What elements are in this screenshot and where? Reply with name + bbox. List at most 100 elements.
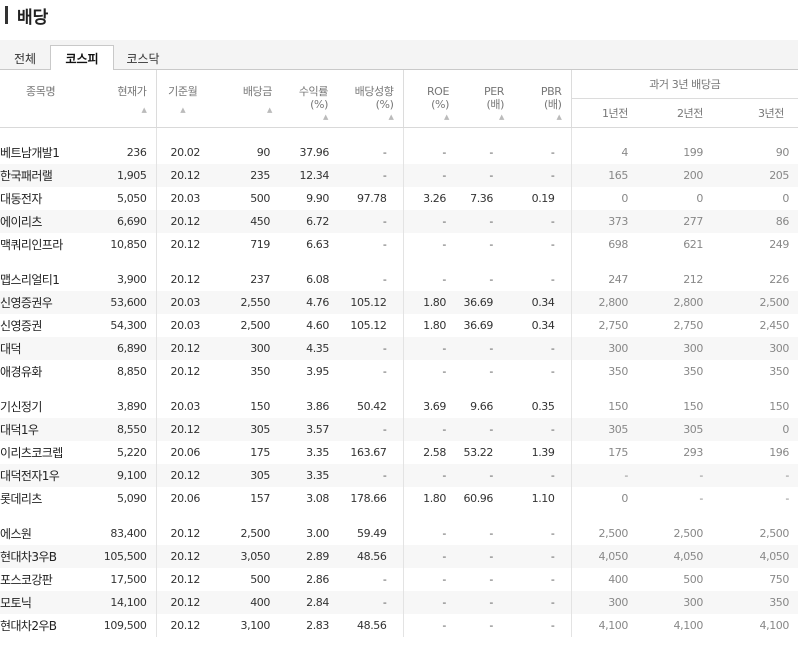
- spacer-cell: [402, 256, 458, 268]
- sort-icon[interactable]: ▲: [157, 106, 210, 114]
- base-month-cell: 20.12: [155, 614, 209, 637]
- col-yield-header[interactable]: 수익률 (%) ▲: [281, 70, 337, 128]
- table-row[interactable]: 베트남개발1 236 20.02 90 37.96 - - - - 4 199 90: [0, 141, 798, 164]
- sort-icon[interactable]: ▲: [458, 113, 504, 121]
- name-cell[interactable]: 현대차2우B: [0, 614, 85, 637]
- dividend-cell: 305: [209, 418, 281, 441]
- table-row[interactable]: 현대차3우B 105,500 20.12 3,050 2.89 48.56- - -4,050…: [0, 545, 798, 568]
- table-row[interactable]: 모토닉 14,100 20.12 400 2.84- - - -300 300 350: [0, 591, 798, 614]
- spacer-cell: [209, 127, 281, 141]
- past-1y-cell: 165: [570, 164, 642, 187]
- table-row[interactable]: 대동전자 5,050 20.03 500 9.90 97.78 3.26 7.36 0.19 0 0…: [0, 187, 798, 210]
- past-2y-cell: 621: [683, 238, 703, 251]
- table-header: 종목명 현재가 ▲ 기준월 ▲ 배당금 ▲ 수익률 (%) ▲ 배당성향 (%) ▲ ROE(…: [0, 70, 798, 128]
- per-cell: -: [458, 591, 513, 614]
- col-per-header[interactable]: PER (배) ▲: [458, 70, 513, 128]
- dividend-cell: 157: [250, 492, 270, 505]
- dividend-cell: 500: [250, 573, 270, 586]
- name-cell[interactable]: 에이리츠: [0, 210, 85, 233]
- table-row[interactable]: 에스원 83,400 20.12 2,500 3.00 59.49 - - - 2,500 2,50…: [0, 522, 798, 545]
- table-row[interactable]: 이리츠코크렙 5,220 20.06 175 3.35 163.67 2.58 53.22 1.…: [0, 441, 798, 464]
- col-pbr-header[interactable]: PBR (배) ▲: [513, 70, 571, 128]
- spacer-cell: [717, 383, 798, 395]
- name-cell[interactable]: 현대차3우B: [0, 545, 85, 568]
- col-name-header[interactable]: 종목명: [0, 70, 85, 128]
- name-cell[interactable]: 대덕전자1우: [0, 464, 85, 487]
- tab-kosdaq[interactable]: 코스닥: [114, 45, 172, 71]
- sort-icon[interactable]: ▲: [404, 113, 449, 121]
- name-cell[interactable]: 대덕: [0, 337, 85, 360]
- name-cell[interactable]: 기신정기: [0, 395, 85, 418]
- name-cell[interactable]: 신영증권우: [0, 291, 85, 314]
- name-cell[interactable]: 포스코강판: [0, 568, 85, 591]
- table-row[interactable]: 맵스리얼티1 3,900 20.12 237 6.08 - - - - 247 212 226: [0, 268, 798, 291]
- name-cell[interactable]: 신영증권: [0, 314, 85, 337]
- name-cell[interactable]: 맥쿼리인프라: [0, 233, 85, 256]
- pbr-cell: 1.39: [531, 446, 555, 459]
- table-row[interactable]: 신영증권우 53,600 20.03 2,550 4.76 105.12 1.80 36.69…: [0, 291, 798, 314]
- spacer-cell: [458, 256, 513, 268]
- col-past-1y-header[interactable]: 1년전: [570, 98, 642, 128]
- table-row[interactable]: 신영증권 54,300 20.03 2,500 4.60 105.12 1.80 36.69 0…: [0, 314, 798, 337]
- dividend-cell: 2,500: [240, 319, 271, 332]
- roe-cell: -: [402, 164, 458, 187]
- roe-cell: 1.80: [402, 291, 458, 314]
- spacer-cell: [642, 127, 717, 141]
- col-payout-header[interactable]: 배당성향 (%) ▲: [337, 70, 403, 128]
- col-roe-header[interactable]: ROE (%) ▲: [402, 70, 458, 128]
- table-row[interactable]: 대덕 6,890 20.12 300 4.35- - - -300 300 300: [0, 337, 798, 360]
- sort-icon[interactable]: ▲: [85, 106, 147, 114]
- spacer-cell: [209, 383, 281, 395]
- table-row[interactable]: 대덕1우 8,550 20.12 305 3.57- - - -305 305 0: [0, 418, 798, 441]
- col-past-3y-header[interactable]: 3년전: [717, 98, 798, 128]
- col-dividend-header[interactable]: 배당금 ▲: [209, 70, 281, 128]
- name-cell[interactable]: 대덕1우: [0, 418, 85, 441]
- name-cell[interactable]: 이리츠코크렙: [0, 441, 85, 464]
- sort-icon[interactable]: ▲: [209, 106, 272, 114]
- table-row[interactable]: 애경유화 8,850 20.12 350 3.95 - - - - 350 350 350: [0, 360, 798, 383]
- table-row[interactable]: 기신정기 3,890 20.03 150 3.86 50.42 3.69 9.66 0.35 15…: [0, 395, 798, 418]
- col-base-month-header[interactable]: 기준월 ▲: [155, 70, 210, 128]
- sort-icon[interactable]: ▲: [513, 113, 562, 121]
- pbr-cell: 0.34: [513, 291, 571, 314]
- name-cell[interactable]: 맵스리얼티1: [0, 268, 85, 291]
- table-row[interactable]: 롯데리츠 5,090 20.06 157 3.08 178.66 1.80 60.96 1.10…: [0, 487, 798, 510]
- table-row[interactable]: 포스코강판 17,500 20.12 500 2.86 - - - - 400 500 750: [0, 568, 798, 591]
- roe-cell: -: [402, 418, 458, 441]
- per-cell: -: [458, 164, 513, 187]
- name-cell[interactable]: 모토닉: [0, 591, 85, 614]
- price-cell: 109,500: [103, 619, 147, 632]
- name-cell[interactable]: 에스원: [0, 522, 85, 545]
- table-row[interactable]: 현대차2우B 109,500 20.12 3,100 2.83 48.56 - - - 4,100…: [0, 614, 798, 637]
- name-cell[interactable]: 베트남개발1: [0, 141, 85, 164]
- name-cell[interactable]: 롯데리츠: [0, 487, 85, 510]
- base-month-cell: 20.12: [155, 545, 209, 568]
- col-past-2y-header[interactable]: 2년전: [642, 98, 717, 128]
- per-cell: -: [489, 527, 493, 540]
- dividend-cell: 90: [256, 146, 271, 159]
- sort-icon[interactable]: ▲: [281, 113, 328, 121]
- spacer-cell: [85, 510, 156, 522]
- pbr-cell: -: [550, 146, 555, 159]
- roe-cell: -: [402, 233, 458, 256]
- payout-cell: 178.66: [350, 492, 387, 505]
- past-3y-cell: 90: [775, 146, 790, 159]
- tab-kospi[interactable]: 코스피: [50, 45, 114, 71]
- table-row[interactable]: 대덕전자1우 9,100 20.12 305 3.35- - - - - - -: [0, 464, 798, 487]
- per-cell: -: [458, 210, 513, 233]
- sort-icon[interactable]: ▲: [337, 113, 394, 121]
- table-row[interactable]: 에이리츠 6,690 20.12 450 6.72- - - -373 277 86: [0, 210, 798, 233]
- table-row[interactable]: 맥쿼리인프라 10,850 20.12 719 6.63 - - - - 698 621 249: [0, 233, 798, 256]
- yield-cell: 2.89: [281, 545, 337, 568]
- name-cell[interactable]: 대동전자: [0, 187, 85, 210]
- payout-cell: 48.56: [337, 545, 403, 568]
- roe-cell: 1.80: [402, 487, 458, 510]
- past-1y-cell: 2,750: [570, 314, 642, 337]
- table-row[interactable]: 한국패러랠 1,905 20.12 235 12.34- - - -165 200 205: [0, 164, 798, 187]
- title-marker: [5, 6, 8, 24]
- yield-cell: 4.76: [281, 291, 337, 314]
- col-price-header[interactable]: 현재가 ▲: [85, 70, 156, 128]
- tab-all[interactable]: 전체: [0, 45, 50, 71]
- name-cell[interactable]: 한국패러랠: [0, 164, 85, 187]
- name-cell[interactable]: 애경유화: [0, 360, 85, 383]
